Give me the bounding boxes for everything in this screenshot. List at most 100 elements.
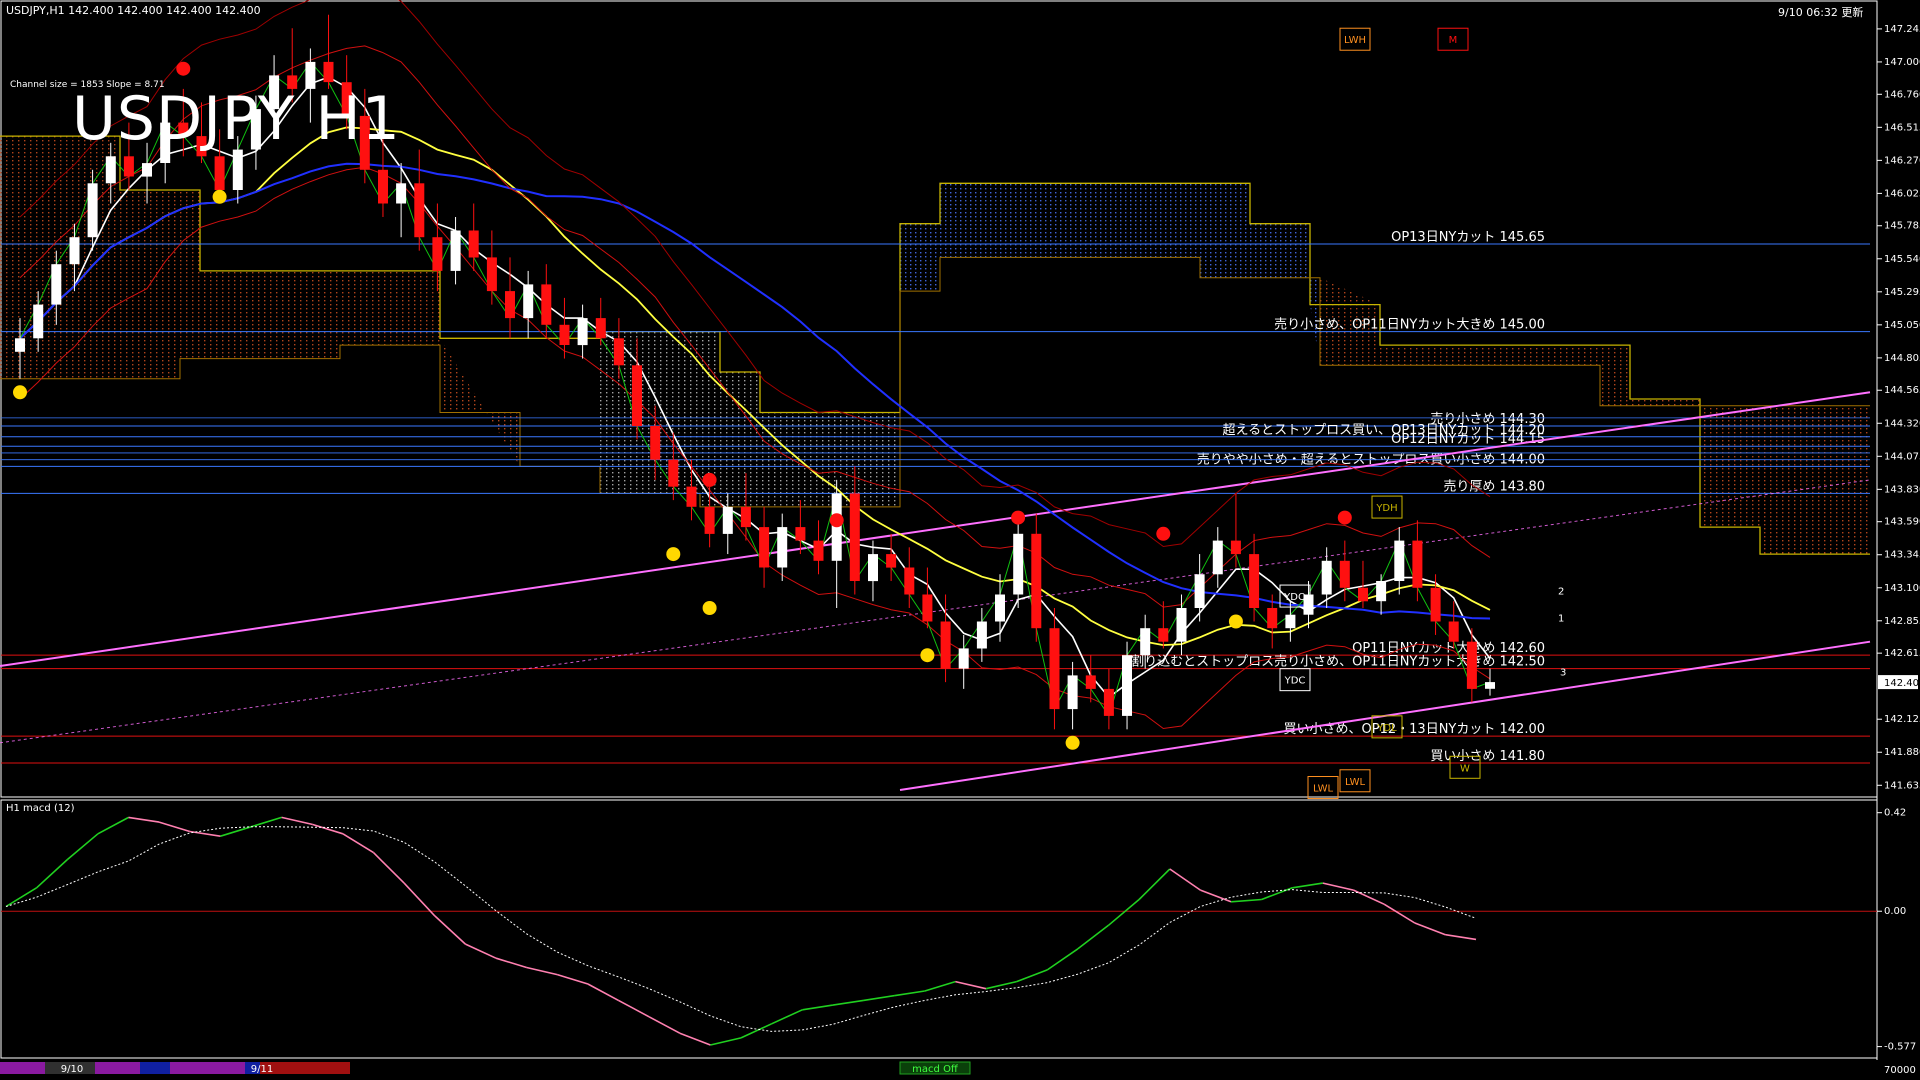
macd-segment — [97, 816, 129, 835]
candle-body — [1285, 614, 1296, 629]
macd-segment — [924, 980, 956, 992]
candle-body — [468, 230, 479, 258]
candle-body — [51, 264, 62, 305]
candle-body — [922, 594, 933, 622]
candle-body — [541, 284, 552, 325]
price-tick-label: 145.540 — [1884, 254, 1920, 265]
price-tick-label: 141.635 — [1884, 780, 1920, 791]
macd-segment — [648, 1016, 681, 1034]
candle-body — [214, 156, 225, 190]
price-tick-label: 142.615 — [1884, 648, 1920, 659]
candle-body — [1339, 560, 1350, 588]
candle-body — [650, 426, 661, 460]
macd-segment — [1200, 889, 1232, 903]
candle-body — [1267, 608, 1278, 629]
macd-segment — [1322, 882, 1354, 891]
candle-body — [995, 594, 1005, 622]
macd-segment — [1046, 948, 1079, 971]
candle-body — [505, 291, 515, 319]
candle-body — [69, 237, 80, 265]
candle-body — [940, 621, 951, 669]
candle-body — [559, 324, 570, 345]
level-label: OP12日NYカット 144.15 — [1391, 432, 1545, 447]
level-label: 売り小さめ、OP11日NYカット大きめ 145.00 — [1274, 317, 1545, 333]
macd-segment — [189, 830, 221, 837]
macd-segment — [434, 915, 466, 945]
price-tick-label: 147.245 — [1884, 24, 1920, 35]
macd-segment — [679, 1032, 711, 1046]
candle-body — [450, 230, 461, 271]
candle-body — [1466, 641, 1477, 689]
candle-body — [686, 486, 697, 507]
candle-body — [813, 540, 824, 561]
candle-body — [777, 527, 788, 568]
candle-body — [1085, 675, 1096, 689]
date-label: 9/11 — [251, 1064, 273, 1075]
macd-segment — [158, 821, 191, 833]
candle-body — [396, 183, 407, 204]
candle-body — [1394, 540, 1405, 581]
candle-body — [1049, 628, 1060, 710]
candle-body — [323, 61, 334, 83]
candle-body — [414, 183, 425, 238]
projection-label: 2 — [1558, 587, 1564, 598]
candle-body — [142, 163, 152, 177]
candle-body — [1140, 628, 1151, 656]
projection-label: 1 — [1558, 613, 1564, 624]
session-segment — [95, 1062, 140, 1074]
macd-segment — [1383, 903, 1416, 924]
candle-body — [958, 648, 969, 669]
macd-segment — [1261, 887, 1293, 901]
cloud-bull-segment — [600, 223, 900, 507]
price-tick-label: 145.295 — [1884, 287, 1920, 298]
cloud-bear-segment-1 — [0, 136, 520, 467]
candle-body — [486, 257, 497, 292]
macd-segment — [557, 973, 589, 985]
level-label: OP13日NYカット 145.65 — [1391, 230, 1545, 245]
session-segment — [205, 1062, 245, 1074]
chart-canvas[interactable]: OP13日NYカット 145.65 売り小さめ、OP11日NYカット大きめ 145… — [0, 0, 1920, 1080]
candle-body — [33, 304, 44, 339]
macd-segment — [128, 816, 160, 823]
candle-body — [740, 506, 751, 528]
macd-segment — [771, 1009, 803, 1025]
macd-segment — [1414, 922, 1446, 936]
candle-body — [1412, 540, 1423, 588]
candle-body — [1448, 621, 1459, 642]
candle-body — [1230, 540, 1241, 555]
macd-segment — [955, 980, 987, 990]
price-tick-label: 142.125 — [1884, 714, 1920, 725]
symbol-info: USDJPY,H1 142.400 142.400 142.400 142.40… — [6, 4, 261, 17]
signal-marker — [1228, 614, 1243, 629]
candle-body — [15, 338, 25, 352]
candle-body — [613, 338, 624, 366]
candle-body — [1122, 655, 1132, 716]
candle-body — [1013, 533, 1024, 595]
session-segment — [0, 1062, 45, 1074]
candle-body — [1376, 581, 1387, 602]
update-timestamp: 9/10 06:32 更新 — [1778, 6, 1864, 19]
candle-body — [849, 493, 860, 581]
candle-body — [1430, 587, 1441, 622]
candle-body — [432, 237, 443, 271]
macd-tick-label: -0.577 — [1884, 1042, 1916, 1053]
signal-marker — [702, 472, 717, 487]
price-tick-label: 146.270 — [1884, 155, 1920, 166]
macd-segment — [1169, 868, 1201, 891]
price-tick-label: 147.000 — [1884, 57, 1920, 68]
bottom-bar: 9/10 9/11 macd Off 70000 — [0, 1061, 1916, 1076]
price-tick-label: 144.565 — [1884, 385, 1920, 396]
signal-marker — [13, 385, 27, 400]
candle-body — [1485, 682, 1495, 689]
candle-body — [1321, 560, 1332, 595]
pivot-box-label: LWL — [1345, 777, 1366, 788]
price-tick-label: 145.785 — [1884, 221, 1920, 232]
candle-body — [1212, 540, 1223, 575]
macd-segment — [1077, 924, 1109, 950]
pivot-box-label: M — [1449, 35, 1458, 46]
macd-segment — [863, 994, 895, 1002]
level-label: 売り厚め 143.80 — [1443, 478, 1545, 494]
price-tick-label: 146.760 — [1884, 89, 1920, 100]
date-label: 9/10 — [61, 1064, 83, 1075]
candle-body — [886, 554, 897, 568]
